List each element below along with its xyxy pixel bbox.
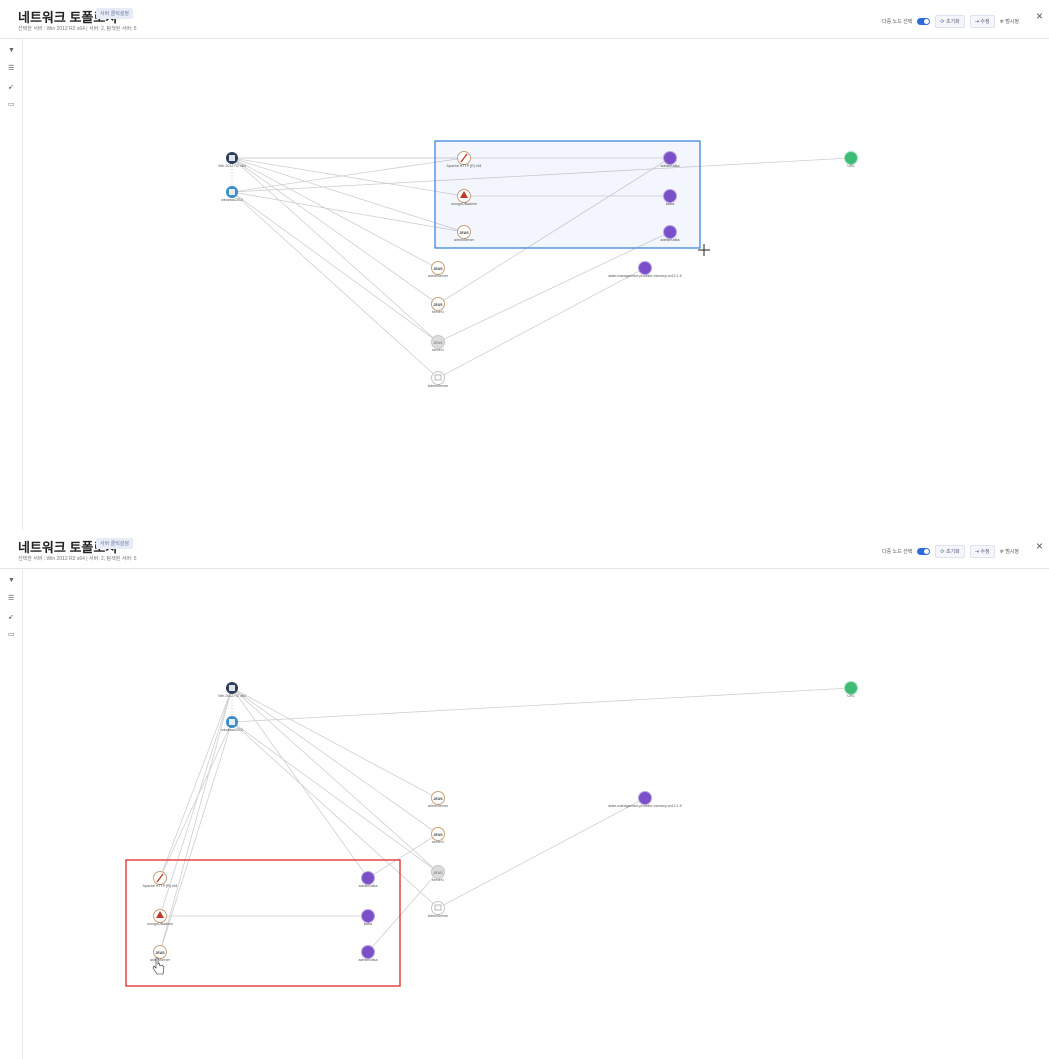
node-windows2012[interactable]: windows2012 xyxy=(221,716,243,732)
node-label-kafka-2: kafka xyxy=(364,922,373,926)
svg-text:JEUS: JEUS xyxy=(459,231,469,235)
node-label-url: URL xyxy=(847,164,854,168)
pointer-icon[interactable]: ➹ xyxy=(8,83,14,91)
filter-icon[interactable]: ▼ xyxy=(8,577,15,584)
node-label-state-manager: state-management-provider-memory:on12.1.… xyxy=(608,804,681,808)
close-icon[interactable]: × xyxy=(1036,539,1043,553)
node-label-windows2012: windows2012 xyxy=(221,198,243,202)
svg-text:JEUS: JEUS xyxy=(433,267,443,271)
node-url[interactable]: URL xyxy=(844,151,858,169)
node-label-server1-gray: server1 xyxy=(432,348,444,352)
header: 네트워크 토폴로지 서버 클릭설정 선택한 서버 : Win 2012 R2 x… xyxy=(0,530,1049,569)
close-icon[interactable]: × xyxy=(1036,9,1043,23)
edit-button[interactable]: ⇥ 수정 xyxy=(969,15,995,28)
server-click-badge[interactable]: 서버 클릭설정 xyxy=(96,8,133,19)
multi-select-toggle[interactable] xyxy=(917,548,931,555)
comment-icon[interactable]: ▭ xyxy=(8,630,15,638)
topology-panel-1: 네트워크 토폴로지 서버 클릭설정 선택한 서버 : Win 2012 R2 x… xyxy=(0,0,1049,530)
reset-label: 초기화 xyxy=(945,19,960,25)
node-label-mongodb: mongoDBadmin xyxy=(451,202,477,206)
node-label-server1: server1 xyxy=(432,310,444,314)
svg-text:JEUS: JEUS xyxy=(433,797,443,801)
legend-button[interactable]: ✲ 범시정 xyxy=(1000,548,1019,555)
reset-label: 초기화 xyxy=(945,549,960,555)
node-label-state-manager: state-management-provider-memory:on12.1.… xyxy=(608,274,681,278)
node-windows2012[interactable]: windows2012 xyxy=(221,186,243,202)
node-label-server1-gray: server1 xyxy=(432,878,444,882)
topology-panel-2: 네트워크 토폴로지 서버 클릭설정 선택한 서버 : Win 2012 R2 x… xyxy=(0,530,1049,1059)
node-jeus-admin[interactable]: JEUS adminServer xyxy=(428,261,449,279)
node-label-server1: server1 xyxy=(432,840,444,844)
left-tool-sidebar: ▼ ☰ ➹ ▭ xyxy=(0,568,23,1059)
pointer-icon[interactable]: ➹ xyxy=(8,613,14,621)
node-label-kafka-2: kafka xyxy=(666,202,675,206)
svg-text:JEUS: JEUS xyxy=(433,833,443,837)
node-state-manager[interactable]: state-management-provider-memory:on12.1.… xyxy=(608,261,682,279)
node-label-adminserver: AdminServer xyxy=(428,914,450,918)
svg-text:JEUS: JEUS xyxy=(433,871,443,875)
node-kafka-2[interactable]: kafka xyxy=(361,909,375,927)
multi-select-toggle[interactable] xyxy=(917,18,931,25)
node-label-adminserver: AdminServer xyxy=(428,384,450,388)
legend-label: 범시정 xyxy=(1005,549,1019,555)
edit-label: 수정 xyxy=(980,19,990,25)
node-server1-gray[interactable]: JEUS server1 xyxy=(431,865,445,883)
node-server1-gray[interactable]: JEUS server1 xyxy=(431,335,445,353)
node-win2012[interactable]: Win 2012 R2 x64 xyxy=(218,152,246,168)
svg-text:JEUS: JEUS xyxy=(155,951,165,955)
node-label-apache: Apache HTTP [R] x64 xyxy=(447,164,482,168)
selected-server-summary: 선택한 서버 : Win 2012 R2 x64 | 서버: 2, 탐색된 서버… xyxy=(18,556,137,562)
multi-select-label: 다중 노드 선택 xyxy=(882,19,913,25)
selected-server-summary: 선택한 서버 : Win 2012 R2 x64 | 서버: 2, 탐색된 서버… xyxy=(18,26,137,32)
topology-canvas[interactable]: Win 2012 R2 x64 windows2012 Apache HTTP … xyxy=(22,568,1049,1059)
node-server1[interactable]: JEUS server1 xyxy=(431,827,445,845)
node-label-kafka-1: adminKafka xyxy=(661,164,680,168)
node-apache[interactable]: Apache HTTP [R] x64 xyxy=(143,871,178,889)
reset-button[interactable]: ⟳ 초기화 xyxy=(935,15,965,28)
svg-text:JEUS: JEUS xyxy=(433,303,443,307)
edges xyxy=(159,687,852,953)
node-label-admin: adminServer xyxy=(454,238,475,242)
toolbar: 다중 노드 선택 ⟳ 초기화 ⇥ 수정 ✲ 범시정 xyxy=(882,545,1019,558)
svg-text:JEUS: JEUS xyxy=(433,341,443,345)
node-label-kafka-3: adminKafka xyxy=(661,238,680,242)
list-icon[interactable]: ☰ xyxy=(8,594,14,602)
node-win2012[interactable]: Win 2012 R2 x64 xyxy=(218,682,246,698)
node-admin-jeus[interactable]: JEUS adminServer xyxy=(150,945,171,963)
toolbar: 다중 노드 선택 ⟳ 초기화 ⇥ 수정 ✲ 범시정 xyxy=(882,15,1019,28)
node-label-admin: adminServer xyxy=(150,958,171,962)
server-click-badge[interactable]: 서버 클릭설정 xyxy=(96,538,133,549)
node-kafka-3[interactable]: adminKafka xyxy=(359,945,378,963)
node-label-mongodb: mongoDBadmin xyxy=(147,922,173,926)
header: 네트워크 토폴로지 서버 클릭설정 선택한 서버 : Win 2012 R2 x… xyxy=(0,0,1049,39)
legend-label: 범시정 xyxy=(1005,19,1019,25)
edit-button[interactable]: ⇥ 수정 xyxy=(969,545,995,558)
multi-select-label: 다중 노드 선택 xyxy=(882,549,913,555)
left-tool-sidebar: ▼ ☰ ➹ ▭ xyxy=(0,38,23,530)
node-label-kafka-3: adminKafka xyxy=(359,958,378,962)
node-state-manager[interactable]: state-management-provider-memory:on12.1.… xyxy=(608,791,682,809)
node-label-url: URL xyxy=(847,694,854,698)
node-server1[interactable]: JEUS server1 xyxy=(431,297,445,315)
comment-icon[interactable]: ▭ xyxy=(8,100,15,108)
node-label-kafka-1: adminKafka xyxy=(359,884,378,888)
legend-button[interactable]: ✲ 범시정 xyxy=(1000,18,1019,25)
node-label-windows2012: windows2012 xyxy=(221,728,243,732)
filter-icon[interactable]: ▼ xyxy=(8,47,15,54)
node-label-win2012: Win 2012 R2 x64 xyxy=(218,694,246,698)
node-label-jeus-admin: adminServer xyxy=(428,804,449,808)
list-icon[interactable]: ☰ xyxy=(8,64,14,72)
node-jeus-admin[interactable]: JEUS adminServer xyxy=(428,791,449,809)
node-label-apache: Apache HTTP [R] x64 xyxy=(143,884,178,888)
topology-canvas[interactable]: Win 2012 R2 x64 windows2012 Apache HTTP … xyxy=(22,38,1049,530)
node-url[interactable]: URL xyxy=(844,681,858,699)
node-label-jeus-admin: adminServer xyxy=(428,274,449,278)
reset-button[interactable]: ⟳ 초기화 xyxy=(935,545,965,558)
edit-label: 수정 xyxy=(980,549,990,555)
selection-rectangle[interactable] xyxy=(434,140,701,249)
node-label-win2012: Win 2012 R2 x64 xyxy=(218,164,246,168)
